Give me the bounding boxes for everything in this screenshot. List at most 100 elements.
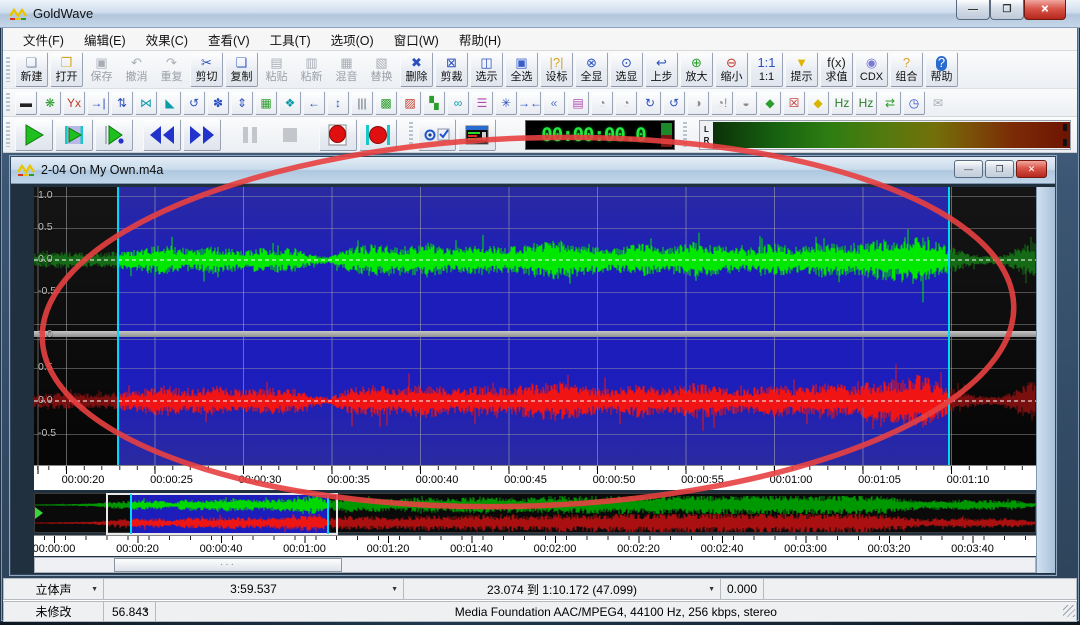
tb-cut[interactable]: ✂ 剪切 bbox=[190, 52, 223, 87]
control-properties-button[interactable] bbox=[458, 119, 496, 151]
tb-set-marker[interactable]: |?| 设标 bbox=[540, 52, 573, 87]
selection-start-marker[interactable] bbox=[117, 187, 119, 465]
fx-mechanize[interactable]: ✽ bbox=[207, 91, 229, 115]
horizontal-scrollbar[interactable]: ··· bbox=[34, 557, 1036, 573]
editor-minimize-button[interactable]: — bbox=[954, 160, 983, 178]
play-selection-button[interactable] bbox=[55, 119, 93, 151]
play-button[interactable] bbox=[15, 119, 53, 151]
fx-loop-knob-alt[interactable]: ↺ bbox=[663, 91, 685, 115]
fx-unsqueeze[interactable]: « bbox=[543, 91, 565, 115]
fx-mute[interactable]: ☒ bbox=[783, 91, 805, 115]
fx-convert[interactable]: ⇄ bbox=[879, 91, 901, 115]
status-channel-mode[interactable]: 立体声▼ bbox=[3, 578, 103, 600]
maximize-button[interactable]: ❐ bbox=[990, 0, 1024, 20]
menu-view[interactable]: 查看(V) bbox=[198, 27, 260, 52]
toolbar-grip[interactable] bbox=[409, 122, 413, 147]
overview-time-axis[interactable]: 00:00:0000:00:2000:00:4000:01:0000:01:20… bbox=[34, 535, 1036, 556]
fx-fade[interactable]: ◆ bbox=[807, 91, 829, 115]
fx-squeeze[interactable]: →← bbox=[519, 91, 541, 115]
tb-group[interactable]: ? 组合 bbox=[890, 52, 923, 87]
status-selection-range[interactable]: 23.074 到 1:10.172 (47.099)▼ bbox=[403, 578, 720, 600]
record-new-button[interactable] bbox=[319, 119, 357, 151]
fx-volume-shape[interactable]: ⇕ bbox=[231, 91, 253, 115]
status-total-length[interactable]: 3:59.537▼ bbox=[103, 578, 403, 600]
fx-shape-volume[interactable]: ◣ bbox=[159, 91, 181, 115]
menu-file[interactable]: 文件(F) bbox=[13, 27, 74, 52]
titlebar[interactable]: GoldWave — ❐ ✕ bbox=[0, 0, 1080, 28]
fx-stretch[interactable]: ↕ bbox=[327, 91, 349, 115]
tb-cdx[interactable]: ◉ CDX bbox=[855, 52, 888, 87]
fx-stereo-field[interactable]: ❖ bbox=[279, 91, 301, 115]
play-all-button[interactable] bbox=[95, 119, 133, 151]
fx-filter-bank[interactable]: ▨ bbox=[399, 91, 421, 115]
close-button[interactable]: ✕ bbox=[1024, 0, 1066, 20]
fx-stereo-3d[interactable]: ∞ bbox=[447, 91, 469, 115]
editor-restore-button[interactable]: ❐ bbox=[985, 160, 1014, 178]
fx-playback-rate[interactable]: Hz bbox=[831, 91, 853, 115]
fx-balance[interactable]: ◆ bbox=[759, 91, 781, 115]
overview-strip[interactable] bbox=[34, 493, 1036, 533]
toolbar-grip[interactable] bbox=[6, 122, 10, 147]
fx-effect-chain[interactable]: ❋ bbox=[39, 91, 61, 115]
tb-zoom-in[interactable]: ⊕ 放大 bbox=[680, 52, 713, 87]
fx-resample[interactable]: Hz bbox=[855, 91, 877, 115]
fx-expression[interactable]: Yx bbox=[63, 91, 85, 115]
menu-tool[interactable]: 工具(T) bbox=[260, 27, 321, 52]
fx-knob-levels[interactable]: ◑ bbox=[687, 91, 709, 115]
editor-close-button[interactable]: ✕ bbox=[1016, 160, 1047, 178]
fx-declick[interactable]: ✳ bbox=[495, 91, 517, 115]
tb-expression[interactable]: f(x) 求值 bbox=[820, 52, 853, 87]
fx-reverse[interactable]: ↺ bbox=[183, 91, 205, 115]
tb-select-view[interactable]: ◫ 选示 bbox=[470, 52, 503, 87]
resize-grip[interactable] bbox=[1063, 605, 1075, 617]
tb-cue-points[interactable]: ▼ 提示 bbox=[785, 52, 818, 87]
tb-show-all[interactable]: ⊗ 全显 bbox=[575, 52, 608, 87]
menu-options[interactable]: 选项(O) bbox=[321, 27, 384, 52]
fx-spectrum[interactable]: ☰ bbox=[471, 91, 493, 115]
tb-help[interactable]: ? 帮助 bbox=[925, 52, 958, 87]
fx-dynamics[interactable]: ||| bbox=[351, 91, 373, 115]
editor-titlebar[interactable]: 2-04 On My Own.m4a — ❐ ✕ bbox=[11, 157, 1055, 184]
minimize-button[interactable]: — bbox=[956, 0, 990, 20]
record-button[interactable] bbox=[359, 119, 397, 151]
time-axis[interactable]: 00:00:2000:00:2500:00:3000:00:3500:00:40… bbox=[34, 465, 1036, 490]
fast-forward-button[interactable] bbox=[183, 119, 221, 151]
fx-offset[interactable]: →| bbox=[87, 91, 109, 115]
scrollbar-thumb[interactable]: ··· bbox=[114, 558, 342, 572]
toolbar-grip[interactable] bbox=[683, 122, 687, 147]
fx-shift-left[interactable]: ← bbox=[303, 91, 325, 115]
fx-media-strip[interactable]: ▤ bbox=[567, 91, 589, 115]
channel-separator[interactable] bbox=[34, 331, 1036, 337]
fx-interpolate[interactable]: ▚ bbox=[423, 91, 445, 115]
waveform-plot[interactable]: 1.00.50.0-0.51.00.50.0-0.5 bbox=[34, 187, 1036, 465]
menu-window[interactable]: 窗口(W) bbox=[384, 27, 449, 52]
status-zoom-level[interactable]: 56.843▼ bbox=[103, 601, 155, 622]
menu-edit[interactable]: 编辑(E) bbox=[74, 27, 136, 52]
monitor-toggle-button[interactable] bbox=[418, 119, 456, 151]
toolbar-grip[interactable] bbox=[6, 93, 10, 112]
fx-knob[interactable]: ◔ bbox=[615, 91, 637, 115]
play-position-marker[interactable] bbox=[35, 507, 43, 519]
tb-open[interactable]: ❐ 打开 bbox=[50, 52, 83, 87]
fx-knob-slider[interactable]: ◒ bbox=[735, 91, 757, 115]
menu-effect[interactable]: 效果(C) bbox=[136, 27, 198, 52]
tb-new[interactable]: ❏ 新建 bbox=[15, 52, 48, 87]
fx-equalizer[interactable]: ▦ bbox=[255, 91, 277, 115]
tb-zoom-1-1[interactable]: 1:1 1:1 bbox=[750, 52, 783, 87]
tb-delete[interactable]: ✖ 删除 bbox=[400, 52, 433, 87]
fx-knob-search[interactable]: ◔ bbox=[591, 91, 613, 115]
overview-view-window[interactable] bbox=[106, 493, 338, 535]
fx-timer[interactable]: ◷ bbox=[903, 91, 925, 115]
fx-noise-reduction[interactable]: ▩ bbox=[375, 91, 397, 115]
toolbar-grip[interactable] bbox=[6, 57, 10, 83]
tb-select-all[interactable]: ▣ 全选 bbox=[505, 52, 538, 87]
tb-trim[interactable]: ⊠ 剪裁 bbox=[435, 52, 468, 87]
tb-zoom-out[interactable]: ⊖ 缩小 bbox=[715, 52, 748, 87]
tb-show-selection[interactable]: ⊙ 选显 bbox=[610, 52, 643, 87]
selection-end-marker[interactable] bbox=[948, 187, 950, 465]
fx-loop-knob[interactable]: ↻ bbox=[639, 91, 661, 115]
fx-knob-alert[interactable]: ◔! bbox=[711, 91, 733, 115]
tb-copy[interactable]: ❏ 复制 bbox=[225, 52, 258, 87]
rewind-button[interactable] bbox=[143, 119, 181, 151]
tb-zoom-previous[interactable]: ↩ 上步 bbox=[645, 52, 678, 87]
